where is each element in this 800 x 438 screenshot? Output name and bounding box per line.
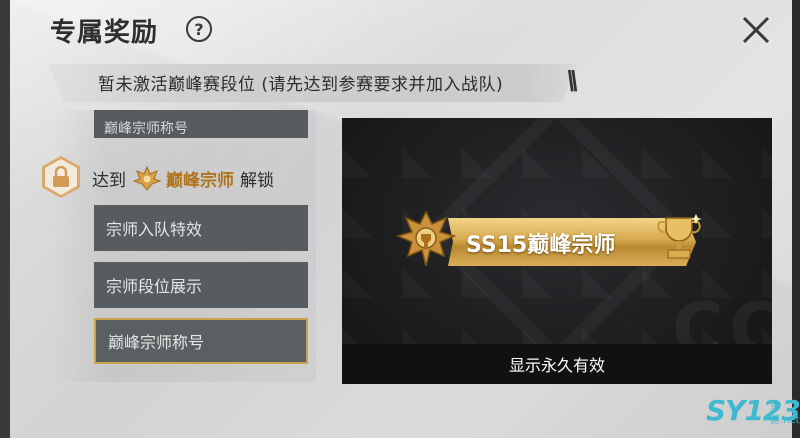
page-title: 专属奖励 (50, 18, 159, 48)
unlock-prefix: 达到 (92, 170, 126, 191)
watermark-sub: 手游.net (770, 404, 800, 426)
unlock-suffix: 解锁 (240, 170, 274, 191)
reward-item-partial-label: 巅峰宗师称号 (104, 121, 188, 137)
preview-footer-text: 显示永久有效 (508, 356, 605, 375)
reward-item-label: 宗师入队特效 (106, 220, 203, 239)
reward-item-rank-display[interactable]: 宗师段位展示 (94, 262, 308, 308)
right-border (792, 0, 800, 438)
reward-item-team-effect[interactable]: 宗师入队特效 (94, 205, 308, 251)
close-icon (742, 16, 770, 44)
unlock-condition: 达到 巅峰宗师 解锁 (92, 165, 274, 191)
unlock-rank: 巅峰宗师 (166, 170, 234, 191)
title-plate-text: SS15巅峰宗师 (466, 233, 616, 258)
crown-emblem-icon (132, 165, 162, 191)
reward-item-label: 宗师段位展示 (106, 277, 203, 296)
help-icon[interactable]: ? (186, 16, 212, 42)
status-banner-text: 暂未激活巅峰赛段位 (请先达到参赛要求并加入战队) (98, 75, 504, 95)
preview-footer: 显示永久有效 (342, 344, 772, 384)
reward-item-title[interactable]: 巅峰宗师称号 (94, 318, 308, 364)
trophy-icon (657, 214, 702, 259)
laurel-emblem-icon (395, 210, 457, 267)
close-button[interactable] (738, 12, 774, 48)
reward-item-label: 巅峰宗师称号 (108, 333, 205, 352)
reward-item-partial[interactable]: 巅峰宗师称号 (94, 110, 308, 138)
left-border (0, 0, 10, 438)
